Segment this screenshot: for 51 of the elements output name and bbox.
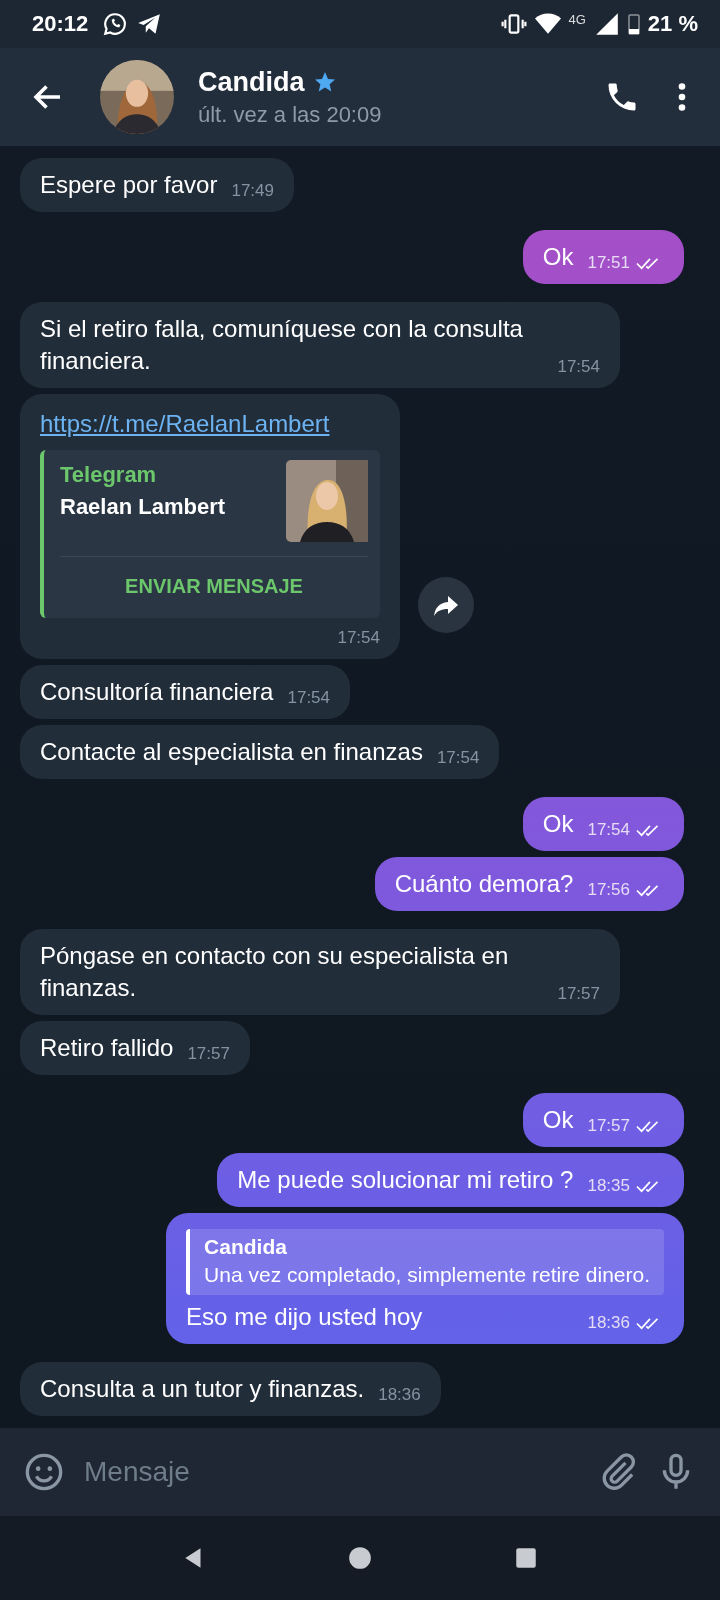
message-text: Consultoría financiera — [40, 678, 274, 705]
network-type: 4G — [568, 11, 586, 27]
last-seen-status: últ. vez a las 20:09 — [198, 101, 383, 128]
message-time: 18:35 — [587, 1176, 630, 1196]
message-composer[interactable]: Mensaje — [0, 1428, 720, 1516]
message-text: Espere por favor — [40, 171, 218, 198]
message-link[interactable]: https://t.me/RaelanLambert — [40, 408, 380, 440]
message-time: 17:54 — [337, 628, 380, 648]
message-text: Ok — [542, 810, 574, 837]
message-time: 17:51 — [587, 253, 630, 273]
recents-icon[interactable] — [513, 1545, 539, 1571]
message-time: 17:57 — [587, 1116, 630, 1136]
message-input[interactable]: Mensaje — [82, 1455, 580, 1489]
message-text: Ok — [542, 243, 574, 270]
link-preview-card[interactable]: Telegram Raelan Lambert ENVIAR MENSAJE — [40, 450, 380, 618]
message-time: 17:57 — [557, 984, 600, 1004]
status-time: 20:12 — [32, 11, 89, 37]
chat-bubble-icon — [102, 11, 129, 37]
send-message-button[interactable]: ENVIAR MENSAJE — [60, 557, 368, 608]
emoji-icon[interactable] — [24, 1452, 64, 1492]
message-text: Me puede solucionar mi retiro ? — [237, 1166, 574, 1193]
message-time: 17:54 — [436, 748, 480, 768]
share-button[interactable] — [418, 577, 474, 633]
contact-name: Candida — [198, 66, 305, 98]
preview-site: Telegram — [60, 462, 158, 488]
message-text: Retiro fallido — [40, 1034, 174, 1061]
quote-text: Una vez completado, simplemente retire dinero. — [204, 1262, 650, 1288]
battery-icon — [627, 12, 640, 36]
message-text: Póngase en contacto con su especialista en finanzas. — [40, 942, 509, 1001]
message-time: 17:49 — [231, 181, 274, 201]
message-time: 17:54 — [287, 688, 330, 708]
message-time: 18:36 — [587, 1313, 630, 1333]
home-icon[interactable] — [347, 1545, 373, 1571]
message-time: 17:57 — [187, 1044, 230, 1064]
message-text: Si el retiro falla, comuníquese con la consulta financiera. — [40, 315, 523, 374]
message-text: Consulta a un tutor y finanzas. — [40, 1375, 365, 1402]
signal-icon — [593, 11, 620, 37]
quoted-message[interactable]: Candida Una vez completado, simplemente retire dinero. — [186, 1229, 664, 1295]
message-text: Ok — [542, 1106, 574, 1133]
message-time: 17:54 — [557, 357, 600, 377]
battery-percent: 21 % — [647, 11, 698, 37]
vibrate-icon — [500, 11, 527, 37]
preview-title: Raelan Lambert — [60, 494, 226, 520]
message-time: 18:36 — [378, 1385, 421, 1405]
message-time: 17:56 — [587, 880, 630, 900]
quote-author: Candida — [204, 1235, 288, 1259]
paper-plane-icon — [136, 11, 163, 37]
message-text: Eso me dijo usted hoy — [186, 1303, 423, 1330]
message-text: Cuánto demora? — [394, 870, 574, 897]
message-text: Contacte al especialista en finanzas — [40, 738, 423, 765]
message-time: 17:54 — [587, 820, 630, 840]
